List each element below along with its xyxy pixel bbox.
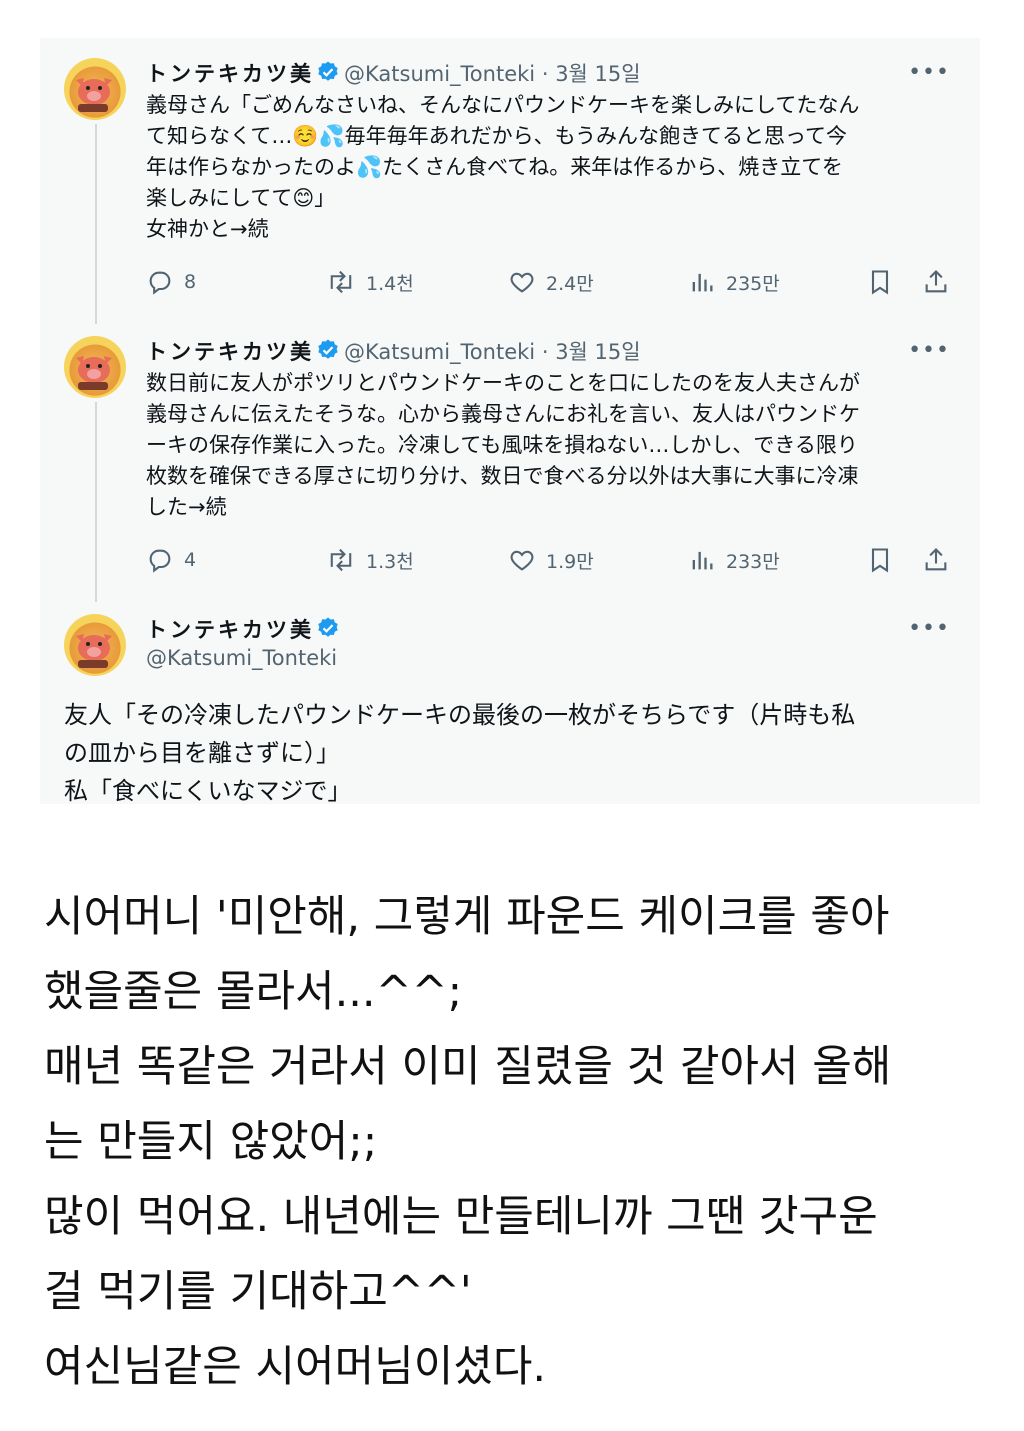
tweet-date[interactable]: 3월 15일 [555, 340, 640, 364]
tweet-focused[interactable]: トンテキカツ美 @Katsumi_Tonteki ••• 友人「その冷凍したパウ… [40, 610, 980, 805]
verified-badge-icon [316, 616, 340, 645]
share-icon [925, 270, 947, 293]
pig-avatar-icon [76, 634, 112, 668]
display-name[interactable]: トンテキカツ美 [146, 340, 314, 364]
view-count: 233만 [726, 550, 780, 573]
pig-avatar-icon [76, 356, 112, 390]
retweet-icon [330, 270, 352, 294]
retweet-icon [330, 548, 352, 572]
more-icon[interactable]: ••• [908, 616, 950, 641]
retweet-count: 1.4천 [366, 272, 414, 295]
tweet-header: トンテキカツ美 @Katsumi_Tonteki · 3월 15일 [146, 336, 641, 367]
reply-icon [149, 271, 171, 295]
share-icon [925, 548, 947, 571]
like-icon [510, 272, 534, 293]
separator: · [541, 62, 549, 86]
share-button[interactable] [922, 546, 950, 574]
korean-caption: 시어머니 '미안해, 그렇게 파운드 케이크를 좋아 했을줄은 몰라서...^^… [44, 892, 892, 1392]
reply-button[interactable]: 8 [146, 268, 196, 296]
retweet-button[interactable]: 1.3천 [326, 546, 414, 574]
like-icon [510, 550, 534, 571]
tweet-header: トンテキカツ美 [146, 614, 344, 645]
share-button[interactable] [922, 268, 950, 296]
display-name[interactable]: トンテキカツ美 [146, 618, 314, 642]
tweet[interactable]: トンテキカツ美 @Katsumi_Tonteki · 3월 15일 ••• 数日前… [40, 332, 980, 592]
bookmark-button[interactable] [866, 546, 894, 574]
like-button[interactable]: 1.9만 [508, 546, 594, 574]
bookmark-icon [871, 548, 889, 573]
handle[interactable]: @Katsumi_Tonteki [146, 646, 337, 670]
pig-avatar-icon [76, 78, 112, 112]
verified-badge-icon [316, 338, 340, 367]
retweet-count: 1.3천 [366, 550, 414, 573]
bookmark-icon [871, 270, 889, 295]
tweet[interactable]: トンテキカツ美 @Katsumi_Tonteki · 3월 15일 ••• 義母さ… [40, 54, 980, 314]
handle[interactable]: @Katsumi_Tonteki [344, 62, 535, 86]
views-icon [692, 273, 713, 292]
like-count: 1.9만 [546, 550, 594, 573]
views-button[interactable]: 235만 [688, 268, 780, 296]
retweet-button[interactable]: 1.4천 [326, 268, 414, 296]
reply-count: 4 [184, 549, 197, 571]
avatar[interactable] [64, 58, 126, 120]
separator: · [541, 340, 549, 364]
more-icon[interactable]: ••• [908, 338, 950, 363]
tweet-header: トンテキカツ美 @Katsumi_Tonteki · 3월 15일 [146, 58, 641, 89]
views-icon [692, 551, 713, 570]
more-icon[interactable]: ••• [908, 60, 950, 85]
like-count: 2.4만 [546, 272, 594, 295]
bookmark-button[interactable] [866, 268, 894, 296]
tweet-actions: 4 1.3천 1.9만 233만 [146, 546, 956, 576]
reply-count: 8 [184, 271, 197, 293]
tweet-date[interactable]: 3월 15일 [555, 62, 640, 86]
tweet-text: 義母さん「ごめんなさいね、そんなにパウンドケーキを楽しみにしてたなん て知らなく… [146, 93, 860, 241]
view-count: 235만 [726, 272, 780, 295]
display-name[interactable]: トンテキカツ美 [146, 62, 314, 86]
verified-badge-icon [316, 60, 340, 89]
avatar[interactable] [64, 614, 126, 676]
tweet-text: 友人「その冷凍したパウンドケーキの最後の一枚がそちらです（片時も私 の皿から目を… [64, 701, 856, 805]
handle[interactable]: @Katsumi_Tonteki [344, 340, 535, 364]
views-button[interactable]: 233만 [688, 546, 780, 574]
avatar[interactable] [64, 336, 126, 398]
reply-button[interactable]: 4 [146, 546, 196, 574]
tweet-text: 数日前に友人がポツリとパウンドケーキのことを口にしたのを友人夫さんが 義母さんに… [146, 371, 860, 519]
tweet-actions: 8 1.4천 2.4만 235만 [146, 268, 956, 298]
like-button[interactable]: 2.4만 [508, 268, 594, 296]
reply-icon [149, 549, 171, 573]
